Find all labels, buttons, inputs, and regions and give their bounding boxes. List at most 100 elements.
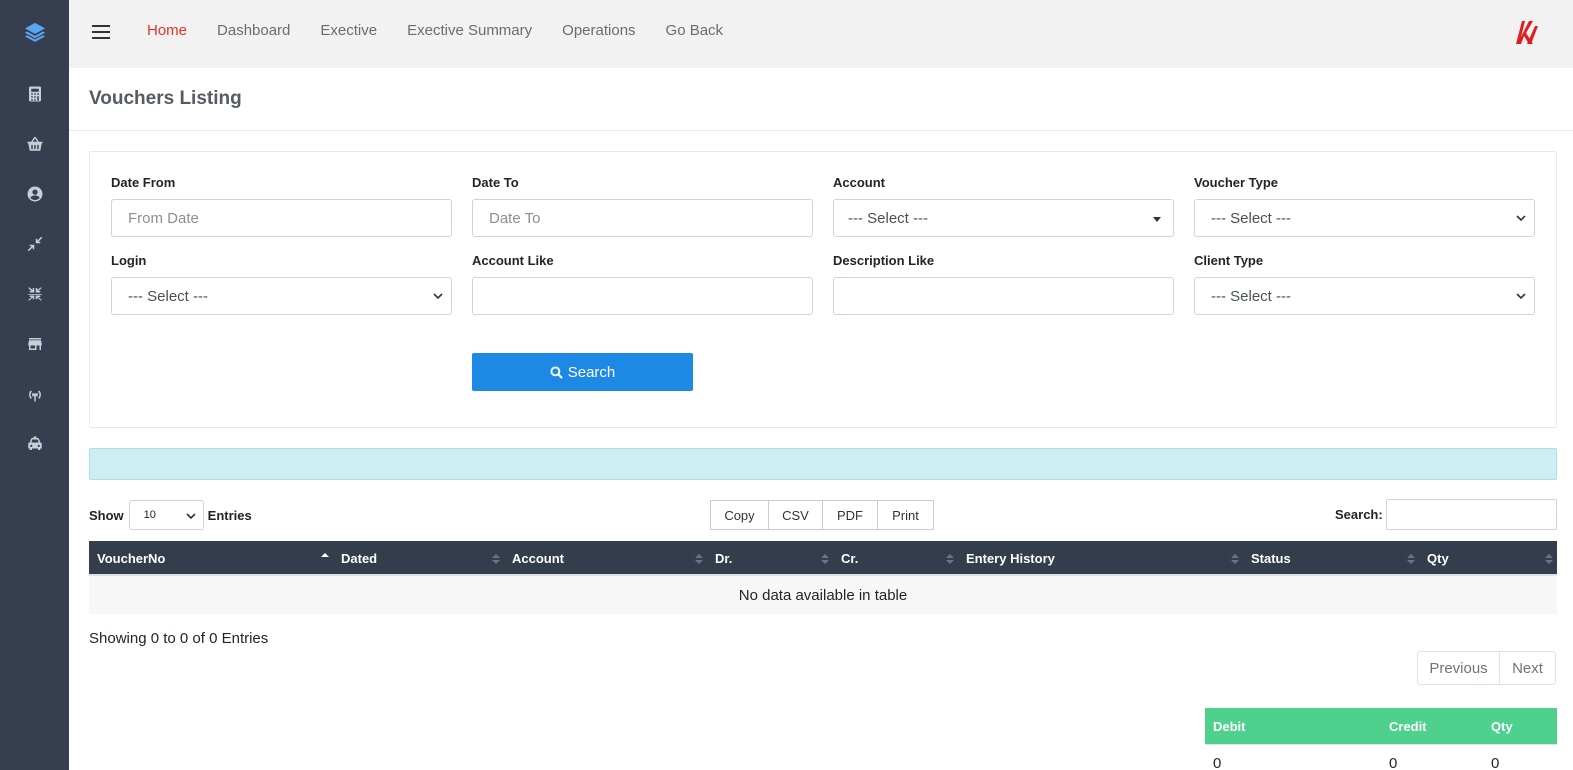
previous-page-button[interactable]: Previous [1417,651,1500,685]
login-field: Login --- Select --- [111,253,452,315]
basket-icon[interactable] [0,129,69,159]
entries-select[interactable]: 10 [128,500,204,530]
taxi-icon[interactable] [0,429,69,459]
chevron-down-icon [1516,215,1526,222]
chevron-down-icon [433,293,443,300]
column-header-entery-history[interactable]: Entery History [958,541,1243,576]
column-label: VoucherNo [97,551,166,566]
totals-row: 0 0 0 [1205,745,1557,770]
calculator-icon[interactable] [0,79,69,109]
column-header-voucherno[interactable]: VoucherNo [89,541,333,576]
sidebar [0,0,69,770]
sort-icon [946,554,954,564]
search-button-label: Search [567,363,616,381]
account-field: Account --- Select --- [833,175,1174,237]
column-header-account[interactable]: Account [504,541,707,576]
next-page-button[interactable]: Next [1499,651,1556,685]
nav-link-exective[interactable]: Exective [320,21,377,41]
compress-alt-icon[interactable] [0,279,69,309]
column-label: Dr. [715,551,733,566]
page-header: Vouchers Listing [69,68,1573,131]
sort-icon [1231,554,1239,564]
column-label: Cr. [841,551,859,566]
nav-link-home[interactable]: Home [147,21,187,41]
user-circle-icon[interactable] [0,179,69,209]
brand-logo-icon[interactable] [1513,18,1541,46]
nav-link-dashboard[interactable]: Dashboard [217,21,290,41]
csv-button[interactable]: CSV [768,500,823,530]
copy-button[interactable]: Copy [710,500,769,530]
date-to-input[interactable]: Date To [472,199,813,237]
table-search-input[interactable] [1386,499,1557,530]
column-label: Qty [1427,551,1449,566]
layers-icon[interactable] [0,17,69,47]
login-select[interactable]: --- Select --- [111,277,452,315]
pdf-button[interactable]: PDF [822,500,878,530]
sort-icon [821,554,829,564]
table-empty-row: No data available in table [89,576,1557,614]
account-like-field: Account Like [472,253,813,315]
nav-link-exective-summary[interactable]: Exective Summary [407,21,532,41]
nav-link-operations[interactable]: Operations [562,21,635,41]
description-like-field: Description Like [833,253,1174,315]
nav-link-go-back[interactable]: Go Back [666,21,724,41]
column-label: Dated [341,551,378,566]
search-button[interactable]: Search [472,353,693,391]
search-icon [550,365,563,379]
voucher-type-select-value: --- Select --- [1211,209,1291,227]
column-label: Entery History [966,551,1055,566]
description-like-label: Description Like [833,253,935,268]
print-button[interactable]: Print [877,500,934,530]
voucher-type-select[interactable]: --- Select --- [1194,199,1535,237]
entries-label: Entries [207,507,252,523]
column-header-dr[interactable]: Dr. [707,541,833,576]
totals-column-credit: Credit [1389,719,1427,734]
login-select-value: --- Select --- [128,287,208,305]
totals-header: Debit Credit Qty [1205,708,1557,745]
sort-icon [695,554,703,564]
column-header-status[interactable]: Status [1243,541,1419,576]
date-from-input[interactable]: From Date [111,199,452,237]
compress-icon[interactable] [0,229,69,259]
column-label: Account [512,551,564,566]
top-navbar: Home Dashboard Exective Exective Summary… [69,0,1573,68]
column-header-dated[interactable]: Dated [333,541,504,576]
table-info: Showing 0 to 0 of 0 Entries [89,630,269,647]
chevron-down-icon [186,513,196,520]
account-like-input[interactable] [472,277,813,315]
vouchers-table: VoucherNo Dated Account Dr. Cr. Entery H… [89,541,1557,614]
broadcast-icon[interactable] [0,379,69,409]
store-icon[interactable] [0,329,69,359]
totals-debit-value: 0 [1213,755,1222,770]
menu-toggle-icon[interactable] [92,25,110,39]
entries-length-control: Show 10 Entries [89,500,252,530]
client-type-field: Client Type --- Select --- [1194,253,1535,315]
account-select[interactable]: --- Select --- [833,199,1174,237]
chevron-down-icon [1516,293,1526,300]
table-header: VoucherNo Dated Account Dr. Cr. Entery H… [89,541,1557,576]
totals-column-qty: Qty [1491,719,1513,734]
totals-column-debit: Debit [1213,719,1246,734]
export-buttons: Copy CSV PDF Print [710,500,934,530]
date-from-label: Date From [111,175,176,190]
account-label: Account [833,175,885,190]
description-like-input[interactable] [833,277,1174,315]
show-label: Show [89,507,124,523]
pagination: Previous Next [1417,651,1556,685]
client-type-select[interactable]: --- Select --- [1194,277,1535,315]
voucher-type-field: Voucher Type --- Select --- [1194,175,1535,237]
column-header-cr[interactable]: Cr. [833,541,958,576]
totals-qty-value: 0 [1491,755,1500,770]
voucher-type-label: Voucher Type [1194,175,1279,190]
client-type-label: Client Type [1194,253,1264,268]
account-select-value: --- Select --- [848,209,928,227]
entries-select-value: 10 [143,509,156,521]
column-header-qty[interactable]: Qty [1419,541,1557,576]
sort-icon [1545,554,1553,564]
date-from-field: Date From From Date [111,175,452,237]
login-label: Login [111,253,147,268]
sort-icon [492,554,500,564]
nav-links: Home Dashboard Exective Exective Summary… [147,21,753,41]
caret-down-icon [1153,217,1161,222]
totals-credit-value: 0 [1389,755,1398,770]
